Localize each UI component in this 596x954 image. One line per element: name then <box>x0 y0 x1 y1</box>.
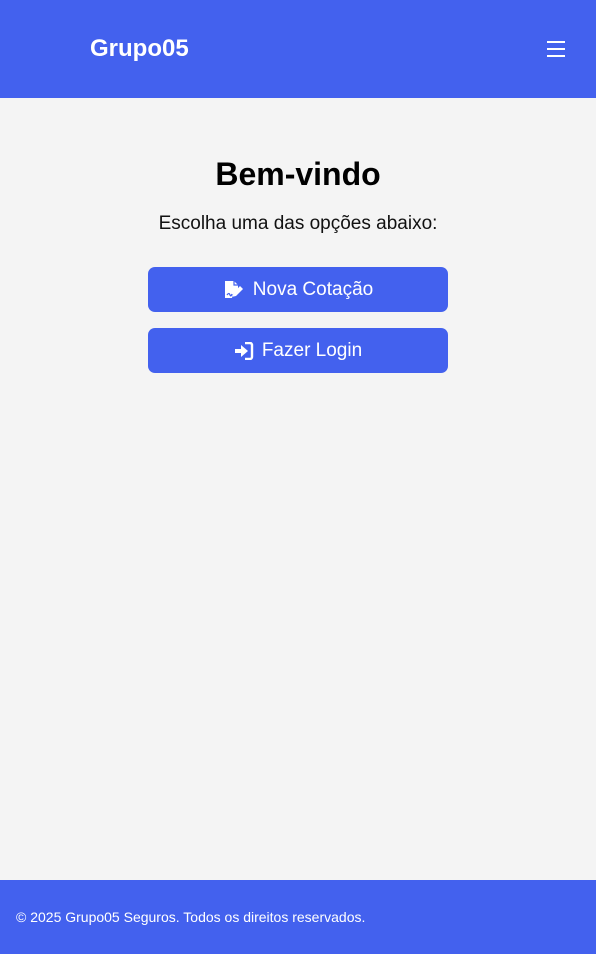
hamburger-menu-icon[interactable] <box>546 38 566 60</box>
page-subtitle: Escolha uma das opções abaixo: <box>158 213 438 234</box>
new-quote-label: Nova Cotação <box>252 278 374 300</box>
page-title: Bem-vindo <box>215 156 381 192</box>
new-quote-button[interactable]: Nova Cotação <box>148 267 448 312</box>
footer: © 2025 Grupo05 Seguros. Todos os direito… <box>0 880 596 954</box>
brand-logo-text[interactable]: Grupo05 <box>90 34 189 64</box>
copyright-text: © 2025 Grupo05 Seguros. Todos os direito… <box>16 909 366 925</box>
main-content: Bem-vindo Escolha uma das opções abaixo:… <box>0 98 596 880</box>
login-label: Fazer Login <box>261 339 363 361</box>
page: Grupo05 Bem-vindo Escolha uma das opções… <box>0 0 596 954</box>
login-button[interactable]: Fazer Login <box>148 328 448 373</box>
sign-in-icon <box>234 341 254 360</box>
top-navbar: Grupo05 <box>0 0 596 98</box>
file-signature-icon <box>223 280 245 300</box>
